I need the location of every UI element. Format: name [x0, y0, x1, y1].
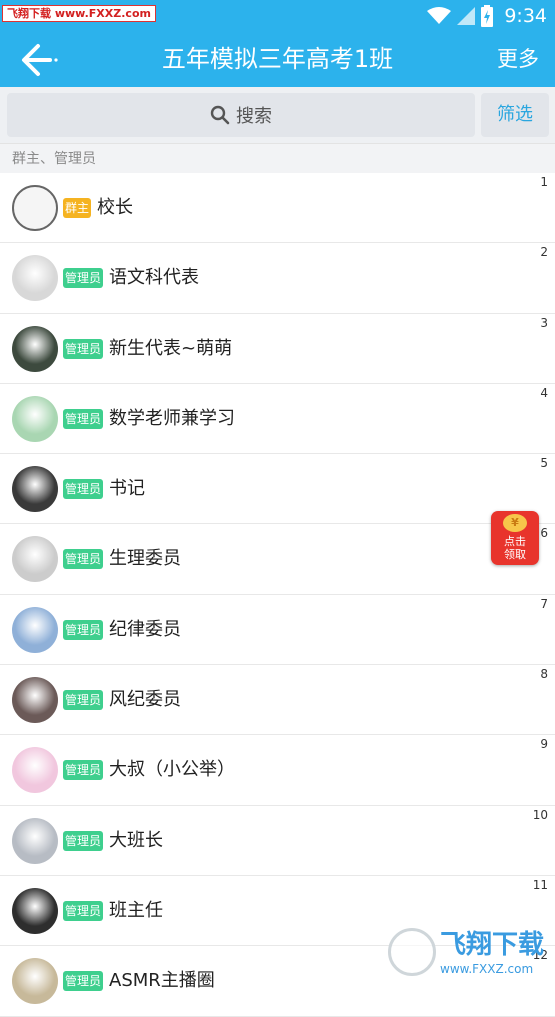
list-item[interactable]: 管理员 生理委员 6: [0, 524, 555, 595]
avatar[interactable]: [12, 958, 58, 1005]
member-name: 语文科代表: [109, 267, 199, 289]
search-placeholder: 搜索: [236, 106, 272, 127]
admin-badge: 管理员: [63, 760, 104, 781]
avatar[interactable]: [12, 536, 58, 583]
admin-badge: 管理员: [63, 479, 104, 500]
page-title: 五年模拟三年高考1班: [161, 45, 394, 73]
admin-badge: 管理员: [63, 830, 104, 851]
avatar[interactable]: [12, 255, 58, 302]
wifi-icon: [427, 7, 451, 24]
owner-badge: 群主: [63, 198, 92, 218]
list-item[interactable]: 管理员 大叔（小公举） 9: [0, 735, 555, 806]
clock: 9:34: [504, 5, 547, 27]
member-list: 群主 校长 1 管理员 语文科代表 2 管理员 新生代表~萌萌 3 管理员 数学老师兼学习 4 管理员书…: [0, 173, 555, 1017]
member-name: ASMR主播圈: [109, 970, 215, 992]
watermark-top: 飞翔下载 www.FXXZ.com: [2, 5, 156, 22]
member-name: 校长: [97, 197, 133, 218]
avatar[interactable]: [12, 887, 58, 934]
member-name: 风纪委员: [109, 689, 181, 711]
member-name: 新生代表~萌萌: [109, 337, 233, 359]
list-item[interactable]: 管理员 书记 5: [0, 454, 555, 525]
member-index: 4: [540, 385, 548, 400]
avatar[interactable]: [12, 466, 58, 513]
admin-badge: 管理员: [63, 619, 104, 640]
red-envelope-button[interactable]: ¥ 点击 领取: [491, 511, 539, 565]
admin-badge: 管理员: [63, 549, 104, 570]
member-name: 大叔（小公举）: [109, 759, 235, 781]
list-item[interactable]: 管理员 数学老师兼学习 4: [0, 383, 555, 455]
status-icons: [427, 5, 493, 27]
admin-badge: 管理员: [63, 408, 104, 429]
watermark-logo-icon: [388, 928, 436, 976]
member-index: 1: [540, 175, 548, 189]
filter-button[interactable]: 筛选: [481, 93, 549, 137]
admin-badge: 管理员: [63, 338, 104, 359]
avatar[interactable]: [12, 325, 58, 372]
avatar[interactable]: [12, 747, 58, 794]
member-name: 数学老师兼学习: [109, 407, 235, 429]
member-index: 6: [540, 526, 548, 541]
member-index: 2: [540, 245, 548, 260]
list-item[interactable]: 管理员 风纪委员 8: [0, 665, 555, 736]
status-bar: 飞翔下载 www.FXXZ.com 9:34: [0, 0, 555, 32]
member-index: 3: [540, 315, 548, 330]
watermark-brand: 飞翔下载: [440, 930, 545, 960]
member-index: 11: [532, 877, 548, 892]
list-item[interactable]: 管理员 新生代表~萌萌 3: [0, 313, 555, 384]
red-envelope-label-2: 领取: [504, 548, 526, 561]
watermark-url: www.FXXZ.com: [440, 962, 534, 976]
coin-icon: ¥: [503, 514, 527, 532]
top-bar: 五年模拟三年高考1班 更多: [0, 32, 555, 87]
member-index: 8: [540, 667, 548, 682]
member-name: 书记: [109, 478, 145, 500]
list-item[interactable]: 群主 校长 1: [0, 173, 555, 244]
admin-badge: 管理员: [63, 268, 104, 289]
search-input[interactable]: 搜索: [7, 93, 475, 137]
avatar[interactable]: [12, 395, 58, 442]
avatar[interactable]: [12, 677, 58, 724]
member-name: 生理委员: [109, 548, 181, 570]
admin-badge: 管理员: [63, 690, 104, 711]
member-name: 班主任: [109, 899, 163, 921]
signal-icon: [457, 7, 475, 25]
avatar[interactable]: [12, 606, 58, 653]
list-item[interactable]: 管理员 大班长 10: [0, 805, 555, 876]
back-arrow-icon: [22, 44, 58, 76]
list-item[interactable]: 管理员 纪律委员 7: [0, 594, 555, 666]
member-index: 5: [540, 456, 548, 471]
section-header: 群主、管理员: [0, 143, 555, 173]
admin-badge: 管理员: [63, 900, 104, 921]
member-index: 7: [540, 596, 548, 611]
member-index: 10: [532, 807, 548, 822]
battery-icon: [481, 5, 493, 27]
avatar[interactable]: [12, 817, 58, 864]
list-item[interactable]: 管理员 语文科代表 2: [0, 243, 555, 314]
member-name: 大班长: [109, 829, 163, 851]
avatar[interactable]: [12, 185, 58, 231]
admin-badge: 管理员: [63, 971, 104, 992]
more-button[interactable]: 更多: [497, 32, 539, 87]
watermark-bottom: 飞翔下载 www.FXXZ.com: [388, 928, 548, 984]
search-row: 搜索 筛选: [0, 87, 555, 143]
red-envelope-label-1: 点击: [504, 535, 526, 548]
back-button[interactable]: [16, 40, 60, 80]
member-name: 纪律委员: [109, 618, 181, 640]
member-index: 9: [540, 737, 548, 752]
search-icon: [210, 105, 230, 125]
